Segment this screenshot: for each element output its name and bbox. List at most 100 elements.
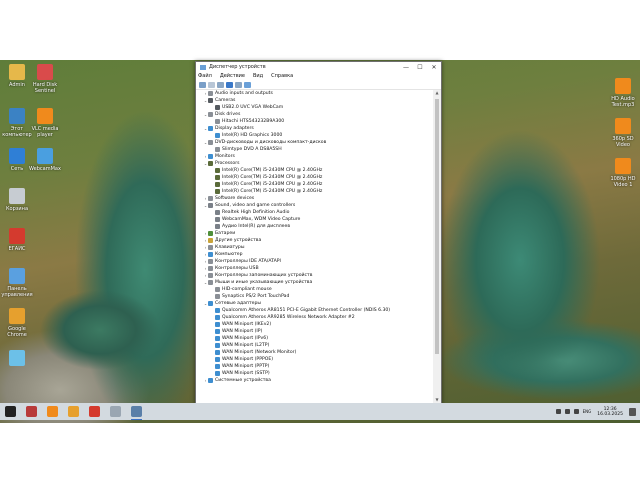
tree-category[interactable]: › Audio inputs and outputs bbox=[196, 90, 432, 97]
tree-device[interactable]: WAN Miniport (IPv6) bbox=[196, 335, 432, 342]
tree-device[interactable]: Intel(R) Core(TM) i5-2430M CPU @ 2.40GHz bbox=[196, 167, 432, 174]
app-64-icon bbox=[9, 228, 25, 244]
notification-icon[interactable] bbox=[629, 407, 636, 416]
scroll-up-button[interactable]: ▲ bbox=[433, 90, 441, 96]
tree-device[interactable]: Intel(R) Core(TM) i5-2430M CPU @ 2.40GHz bbox=[196, 174, 432, 181]
tree-device[interactable]: WAN Miniport (SSTP) bbox=[196, 370, 432, 377]
paint-taskbar-icon[interactable] bbox=[110, 406, 121, 417]
tree-device[interactable]: USB2.0 UVC VGA WebCam bbox=[196, 104, 432, 111]
tree-category[interactable]: › Monitors bbox=[196, 153, 432, 160]
menu-file[interactable]: Файл bbox=[198, 73, 212, 79]
tree-device[interactable]: Synaptics PS/2 Port TouchPad bbox=[196, 293, 432, 300]
menu-help[interactable]: Справка bbox=[271, 73, 293, 79]
update-driver-icon[interactable] bbox=[235, 81, 242, 88]
desktop-icon-label: VLC media player bbox=[31, 126, 59, 138]
app-64-taskbar-icon[interactable] bbox=[89, 406, 100, 417]
tree-device[interactable]: Realtek High Definition Audio bbox=[196, 209, 432, 216]
tree-category[interactable]: › Software devices bbox=[196, 195, 432, 202]
desktop-control-panel-shortcut[interactable]: Панель управления bbox=[0, 268, 34, 298]
tree-device[interactable]: WAN Miniport (IP) bbox=[196, 328, 432, 335]
device-icon bbox=[208, 126, 213, 131]
tree-device[interactable]: Intel(R) Core(TM) i5-2430M CPU @ 2.40GHz bbox=[196, 181, 432, 188]
desktop-webcammax-shortcut[interactable]: WebcamMax bbox=[28, 148, 62, 172]
device-manager-taskbar-icon[interactable] bbox=[131, 406, 142, 420]
device-manager-window[interactable]: Диспетчер устройств — ☐ ✕ Файл Действие … bbox=[195, 61, 442, 405]
vlc-taskbar-icon[interactable] bbox=[47, 406, 58, 417]
device-icon bbox=[208, 140, 213, 145]
tree-device[interactable]: Slimtype DVD A DS8A5SH bbox=[196, 146, 432, 153]
clock[interactable]: 12:36 16.03.2025 bbox=[597, 407, 623, 417]
tree-device[interactable]: WAN Miniport (Network Monitor) bbox=[196, 349, 432, 356]
tree-device[interactable]: WAN Miniport (IKEv2) bbox=[196, 321, 432, 328]
tree-category[interactable]: › Другие устройства bbox=[196, 237, 432, 244]
device-icon bbox=[208, 280, 213, 285]
vertical-scrollbar[interactable]: ▲ ▼ bbox=[433, 90, 441, 403]
hard-disk-sentinel-taskbar-icon[interactable] bbox=[26, 406, 37, 417]
device-icon bbox=[208, 112, 213, 117]
vlc-file-icon bbox=[615, 78, 631, 94]
close-button[interactable]: ✕ bbox=[427, 62, 441, 72]
desktop-hard-disk-sentinel-shortcut[interactable]: Hard Disk Sentinel bbox=[28, 64, 62, 94]
device-icon bbox=[215, 133, 220, 138]
desktop-app-64-shortcut[interactable]: ЕГАИС bbox=[0, 228, 34, 252]
tree-device[interactable]: Аудио Intel(R) для дисплеев bbox=[196, 223, 432, 230]
back-icon[interactable] bbox=[199, 81, 206, 88]
tree-category[interactable]: › Контроллеры IDE ATA/ATAPI bbox=[196, 258, 432, 265]
tree-category[interactable]: ⌄ Processors bbox=[196, 160, 432, 167]
tree-device[interactable]: Qualcomm Atheros AR9285 Wireless Network… bbox=[196, 314, 432, 321]
scroll-thumb[interactable] bbox=[435, 99, 439, 354]
forward-icon[interactable] bbox=[208, 81, 215, 88]
language-indicator[interactable]: ENG bbox=[583, 409, 592, 414]
battery-tray-icon[interactable] bbox=[564, 409, 570, 414]
desktop-chrome-shortcut[interactable]: Google Chrome bbox=[0, 308, 34, 338]
help-icon[interactable] bbox=[226, 81, 233, 88]
start-icon[interactable] bbox=[5, 406, 16, 417]
volume-tray-icon[interactable] bbox=[573, 409, 579, 414]
tree-item-label: WebcamMax, WDM Video Capture bbox=[222, 217, 301, 222]
desktop-video-1080p-shortcut[interactable]: 1080p HD Video 1 bbox=[606, 158, 640, 188]
admin-folder-icon bbox=[9, 64, 25, 80]
title-bar[interactable]: Диспетчер устройств — ☐ ✕ bbox=[196, 62, 441, 72]
tree-category[interactable]: ⌄ Cameras bbox=[196, 97, 432, 104]
tree-category[interactable]: ⌄ Мыши и иные указывающие устройства bbox=[196, 279, 432, 286]
tree-category[interactable]: › Контроллеры USB bbox=[196, 265, 432, 272]
tree-category[interactable]: › Системные устройства bbox=[196, 377, 432, 384]
tree-device[interactable]: Hitachi HTS543232B9A300 bbox=[196, 118, 432, 125]
tree-device[interactable]: Intel(R) HD Graphics 3000 bbox=[196, 132, 432, 139]
scan-hardware-icon[interactable] bbox=[244, 81, 251, 88]
tree-category[interactable]: ⌄ Sound, video and game controllers bbox=[196, 202, 432, 209]
desktop-vlc-file-shortcut[interactable]: HD Audio Test.mp3 bbox=[606, 78, 640, 108]
desktop-video-360p-shortcut[interactable]: 360p SD Video bbox=[606, 118, 640, 148]
device-icon bbox=[215, 182, 220, 187]
tree-device[interactable]: WAN Miniport (PPTP) bbox=[196, 363, 432, 370]
tree-device[interactable]: WebcamMax, WDM Video Capture bbox=[196, 216, 432, 223]
tree-category[interactable]: › Клавиатуры bbox=[196, 244, 432, 251]
desktop-screenshot-shortcut[interactable] bbox=[0, 350, 34, 368]
tree-device[interactable]: Intel(R) Core(TM) i5-2430M CPU @ 2.40GHz bbox=[196, 188, 432, 195]
tree-item-label: Intel(R) Core(TM) i5-2430M CPU @ 2.40GHz bbox=[222, 168, 323, 173]
menu-action[interactable]: Действие bbox=[220, 73, 245, 79]
tree-category[interactable]: ⌄ DVD-дисководы и дисководы компакт-диско… bbox=[196, 139, 432, 146]
video-1080p-icon bbox=[615, 158, 631, 174]
tree-category[interactable]: › Компьютер bbox=[196, 251, 432, 258]
network-tray-icon[interactable] bbox=[555, 409, 561, 414]
tree-category[interactable]: ⌄ Disk drives bbox=[196, 111, 432, 118]
desktop-recycle-bin-shortcut[interactable]: Корзина bbox=[0, 188, 34, 212]
tree-category[interactable]: › Контроллеры запоминающих устройств bbox=[196, 272, 432, 279]
desktop-icon-label: HD Audio Test.mp3 bbox=[611, 96, 635, 108]
tree-device[interactable]: WAN Miniport (PPPOE) bbox=[196, 356, 432, 363]
maximize-button[interactable]: ☐ bbox=[413, 62, 427, 72]
chrome-taskbar-icon[interactable] bbox=[68, 406, 79, 417]
hard-disk-sentinel-icon bbox=[37, 64, 53, 80]
tree-device[interactable]: Qualcomm Atheros AR8151 PCI-E Gigabit Et… bbox=[196, 307, 432, 314]
tree-category[interactable]: › Батареи bbox=[196, 230, 432, 237]
tree-device[interactable]: HID-compliant mouse bbox=[196, 286, 432, 293]
tree-device[interactable]: WAN Miniport (L2TP) bbox=[196, 342, 432, 349]
minimize-button[interactable]: — bbox=[399, 62, 413, 72]
properties-icon[interactable] bbox=[217, 81, 224, 88]
tree-category[interactable]: ⌄ Сетевые адаптеры bbox=[196, 300, 432, 307]
tree-category[interactable]: ⌄ Display adapters bbox=[196, 125, 432, 132]
tree-item-label: Intel(R) Core(TM) i5-2430M CPU @ 2.40GHz bbox=[222, 182, 323, 187]
menu-view[interactable]: Вид bbox=[253, 73, 263, 79]
desktop-vlc-shortcut[interactable]: VLC media player bbox=[28, 108, 62, 138]
